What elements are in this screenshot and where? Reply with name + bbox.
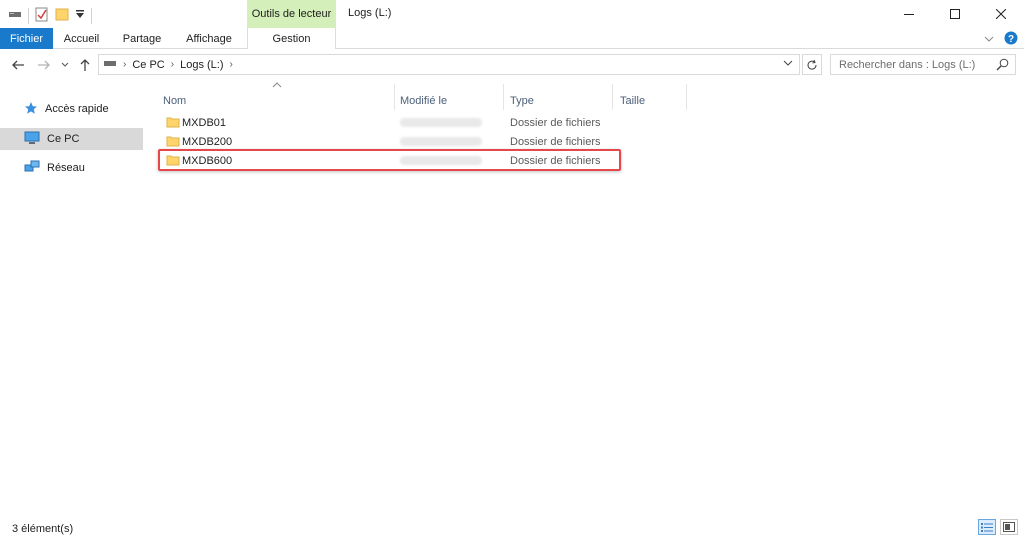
minimize-button[interactable] bbox=[886, 0, 932, 28]
sort-ascending-icon bbox=[272, 80, 282, 90]
drive-icon bbox=[103, 58, 117, 71]
ribbon-right-controls: ? bbox=[984, 31, 1018, 48]
breadcrumb-chevron-icon[interactable]: › bbox=[230, 59, 233, 70]
customize-toolbar-icon[interactable] bbox=[75, 8, 85, 23]
sidebar-item-ce-pc[interactable]: Ce PC bbox=[0, 128, 143, 150]
context-tab-group-label: Outils de lecteur bbox=[247, 0, 336, 28]
quick-access-toolbar bbox=[8, 6, 92, 25]
ribbon-tabs: Fichier Accueil Partage Affichage Gestio… bbox=[0, 28, 1024, 49]
properties-icon[interactable] bbox=[35, 6, 49, 25]
separator bbox=[28, 7, 29, 24]
large-icons-view-icon[interactable] bbox=[1000, 519, 1018, 535]
tab-accueil[interactable]: Accueil bbox=[53, 28, 110, 49]
help-icon[interactable]: ? bbox=[1004, 31, 1018, 48]
expand-ribbon-icon[interactable] bbox=[984, 34, 994, 46]
drive-icon[interactable] bbox=[8, 9, 22, 22]
window-title: Logs (L:) bbox=[348, 7, 392, 19]
details-view-icon[interactable] bbox=[978, 519, 996, 535]
recent-locations-chevron-icon[interactable] bbox=[60, 57, 70, 73]
highlight-box bbox=[158, 149, 621, 171]
svg-text:?: ? bbox=[1008, 34, 1014, 45]
search-input[interactable]: Rechercher dans : Logs (L:) bbox=[830, 54, 1016, 75]
column-divider[interactable] bbox=[503, 84, 504, 110]
file-name: MXDB200 bbox=[182, 135, 233, 148]
address-dropdown-icon[interactable] bbox=[783, 58, 793, 70]
column-header-modifie[interactable]: Modifié le bbox=[400, 90, 500, 112]
status-bar: 3 élément(s) bbox=[0, 515, 1024, 537]
column-divider[interactable] bbox=[612, 84, 613, 110]
sidebar-item-label: Accès rapide bbox=[45, 103, 109, 115]
network-icon bbox=[24, 160, 40, 177]
breadcrumb-chevron-icon[interactable]: › bbox=[123, 59, 126, 70]
tab-gestion[interactable]: Gestion bbox=[247, 28, 336, 49]
sidebar-item-acces-rapide[interactable]: Accès rapide bbox=[0, 98, 143, 120]
tab-affichage[interactable]: Affichage bbox=[174, 28, 244, 49]
file-list: Nom Modifié le Type Taille MXDB01 Dossie… bbox=[146, 80, 1024, 512]
breadcrumb-chevron-icon[interactable]: › bbox=[171, 59, 174, 70]
file-type: Dossier de fichiers bbox=[510, 135, 601, 148]
new-folder-icon[interactable] bbox=[55, 7, 69, 24]
navigation-pane: Accès rapide Ce PC Réseau bbox=[0, 88, 145, 513]
folder-icon bbox=[166, 135, 180, 150]
column-header-taille[interactable]: Taille bbox=[620, 90, 686, 112]
search-icon[interactable] bbox=[996, 58, 1009, 74]
column-divider[interactable] bbox=[394, 84, 395, 110]
computer-icon bbox=[24, 131, 40, 148]
view-switcher bbox=[978, 519, 1018, 535]
sidebar-item-reseau[interactable]: Réseau bbox=[0, 157, 143, 179]
column-divider[interactable] bbox=[686, 84, 687, 110]
modified-date-redacted bbox=[400, 137, 482, 146]
file-name: MXDB01 bbox=[182, 116, 227, 129]
modified-date-redacted bbox=[400, 118, 482, 127]
forward-arrow-icon[interactable] bbox=[36, 57, 52, 73]
tab-fichier[interactable]: Fichier bbox=[0, 28, 53, 49]
back-arrow-icon[interactable] bbox=[10, 57, 26, 73]
column-header-type[interactable]: Type bbox=[510, 90, 610, 112]
breadcrumb-ce-pc[interactable]: Ce PC bbox=[132, 59, 164, 71]
tab-partage[interactable]: Partage bbox=[112, 28, 172, 49]
refresh-button[interactable] bbox=[802, 54, 822, 75]
search-placeholder: Rechercher dans : Logs (L:) bbox=[839, 58, 976, 71]
title-bar: Outils de lecteur Logs (L:) bbox=[0, 0, 1024, 28]
window-controls bbox=[886, 0, 1024, 28]
separator bbox=[91, 7, 92, 24]
item-count: 3 élément(s) bbox=[12, 523, 74, 535]
column-header-nom[interactable]: Nom bbox=[163, 90, 393, 112]
file-type: Dossier de fichiers bbox=[510, 116, 601, 129]
sidebar-item-label: Réseau bbox=[47, 162, 85, 174]
address-bar[interactable]: › Ce PC › Logs (L:) › bbox=[98, 54, 800, 75]
folder-icon bbox=[166, 116, 180, 131]
close-button[interactable] bbox=[978, 0, 1024, 28]
table-row[interactable]: MXDB01 Dossier de fichiers bbox=[162, 113, 622, 132]
maximize-button[interactable] bbox=[932, 0, 978, 28]
star-icon bbox=[24, 101, 38, 118]
breadcrumb-logs[interactable]: Logs (L:) bbox=[180, 59, 223, 71]
sidebar-item-label: Ce PC bbox=[47, 133, 80, 145]
up-arrow-icon[interactable] bbox=[77, 57, 93, 73]
